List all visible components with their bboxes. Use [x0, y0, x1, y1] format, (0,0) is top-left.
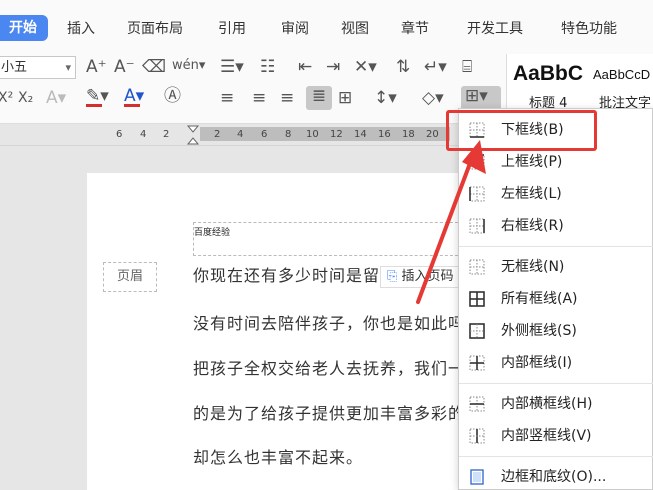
indent-marker-icon[interactable]	[186, 124, 200, 146]
ruler-number: 12	[330, 129, 343, 140]
menu-item-label: 无框线(N)	[501, 259, 565, 275]
border-outside-icon	[469, 323, 485, 339]
align-left-icon[interactable]: ≡	[220, 88, 234, 108]
superscript-icon[interactable]: X²	[0, 88, 13, 108]
page-number-icon: ⎘	[387, 269, 402, 284]
ruler-number: 14	[354, 129, 367, 140]
decrease-font-icon[interactable]: A⁻	[114, 57, 135, 77]
chinese-layout-icon[interactable]: ✕▾	[354, 57, 377, 77]
menu-item-label: 右框线(R)	[501, 218, 564, 234]
ruler-number: 6	[116, 129, 123, 140]
increase-indent-icon[interactable]: ⇥	[326, 57, 340, 77]
header-tag: 页眉	[103, 262, 157, 292]
menu-item-label: 所有框线(A)	[501, 291, 578, 307]
ruler-number: 4	[140, 129, 147, 140]
align-center-icon[interactable]: ≡	[252, 88, 266, 108]
ruler-number: 8	[285, 129, 292, 140]
tab-references[interactable]: 引用	[218, 20, 246, 38]
ruler-number: 20	[426, 129, 439, 140]
phonetic-guide-icon[interactable]: wén▾	[172, 56, 205, 76]
subscript-icon[interactable]: X₂	[18, 88, 33, 108]
align-right-icon[interactable]: ≡	[280, 88, 294, 108]
numbered-list-icon[interactable]: ☷	[260, 57, 275, 77]
menu-item-label: 内部竖框线(V)	[501, 428, 592, 444]
menu-item-label: 内部框线(I)	[501, 355, 573, 371]
text-grid-icon[interactable]: ⌸	[462, 57, 472, 77]
clear-format-icon[interactable]: ⌫	[142, 57, 166, 77]
style-preview-heading[interactable]: AaBbC	[513, 62, 583, 86]
document-line: 的是为了给孩子提供更加丰富多彩的	[193, 404, 466, 423]
tab-page-layout[interactable]: 页面布局	[127, 20, 183, 38]
ruler-number: 2	[214, 129, 221, 140]
border-inside-icon	[469, 355, 485, 371]
border-button[interactable]: ⊞▾	[461, 86, 501, 110]
menu-item-border-inside[interactable]: 内部框线(I)	[459, 348, 653, 378]
show-marks-icon[interactable]: ↵▾	[424, 57, 447, 77]
border-inside-horizontal-icon	[469, 396, 485, 412]
tab-special[interactable]: 特色功能	[561, 20, 617, 38]
decrease-indent-icon[interactable]: ⇤	[298, 57, 312, 77]
document-line: 把孩子全权交给老人去抚养，我们一	[193, 359, 466, 378]
char-border-icon[interactable]: Ⓐ	[164, 86, 181, 106]
border-shading-icon	[470, 469, 484, 485]
style-preview-comment[interactable]: AaBbCcD	[593, 67, 650, 82]
menu-item-label: 内部横框线(H)	[501, 396, 593, 412]
justify-icon[interactable]: ≣	[306, 86, 332, 110]
red-arrow-icon	[416, 140, 486, 304]
font-color-icon[interactable]: A▾	[124, 86, 144, 106]
bullet-list-icon[interactable]: ☰▾	[220, 57, 244, 77]
document-line: 没有时间去陪伴孩子，你也是如此吗	[193, 314, 466, 333]
tab-view[interactable]: 视图	[341, 20, 369, 38]
menu-separator	[459, 456, 653, 457]
ruler-number: 16	[378, 129, 391, 140]
highlight-pen-icon[interactable]: ✎▾	[86, 86, 109, 106]
tab-review[interactable]: 审阅	[281, 20, 309, 38]
menu-item-label: 左框线(L)	[501, 186, 562, 202]
menu-item-border-inside-horizontal[interactable]: 内部横框线(H)	[459, 389, 653, 419]
ruler-number: 6	[261, 129, 268, 140]
highlight-color-bar	[86, 104, 102, 107]
menu-bar: 开始 插入 页面布局 引用 审阅 视图 章节 开发工具 特色功能	[0, 0, 653, 54]
menu-item-border-inside-vertical[interactable]: 内部竖框线(V)	[459, 421, 653, 451]
text-effect-icon[interactable]: A▾	[46, 88, 66, 108]
tab-section[interactable]: 章节	[401, 20, 429, 38]
line-spacing-icon[interactable]: ↕▾	[374, 88, 397, 108]
header-text: 百度经验	[194, 228, 231, 238]
border-inside-vertical-icon	[469, 428, 485, 444]
shading-icon[interactable]: ◇▾	[422, 88, 444, 108]
tab-insert[interactable]: 插入	[67, 20, 95, 38]
menu-item-label: 外侧框线(S)	[501, 323, 577, 339]
document-line: 却怎么也丰富不起来。	[193, 448, 364, 467]
menu-item-border-outside[interactable]: 外侧框线(S)	[459, 316, 653, 346]
menu-separator	[459, 383, 653, 384]
menu-item-border-shading[interactable]: 边框和底纹(O)...	[459, 462, 653, 490]
font-size-select[interactable]: 小五	[0, 56, 76, 79]
tab-home[interactable]: 开始	[0, 15, 48, 41]
increase-font-icon[interactable]: A⁺	[86, 57, 107, 77]
sort-icon[interactable]: ⇅	[396, 57, 410, 77]
menu-item-label: 边框和底纹(O)...	[501, 469, 607, 485]
menu-item-label: 上框线(P)	[501, 154, 563, 170]
font-color-bar	[124, 104, 140, 107]
ruler-number: 10	[306, 129, 319, 140]
ruler-number: 4	[237, 129, 244, 140]
distributed-icon[interactable]: ⊞	[338, 88, 352, 108]
ruler-number: 2	[163, 129, 170, 140]
tab-developer[interactable]: 开发工具	[467, 20, 523, 38]
ruler-number: 18	[402, 129, 415, 140]
